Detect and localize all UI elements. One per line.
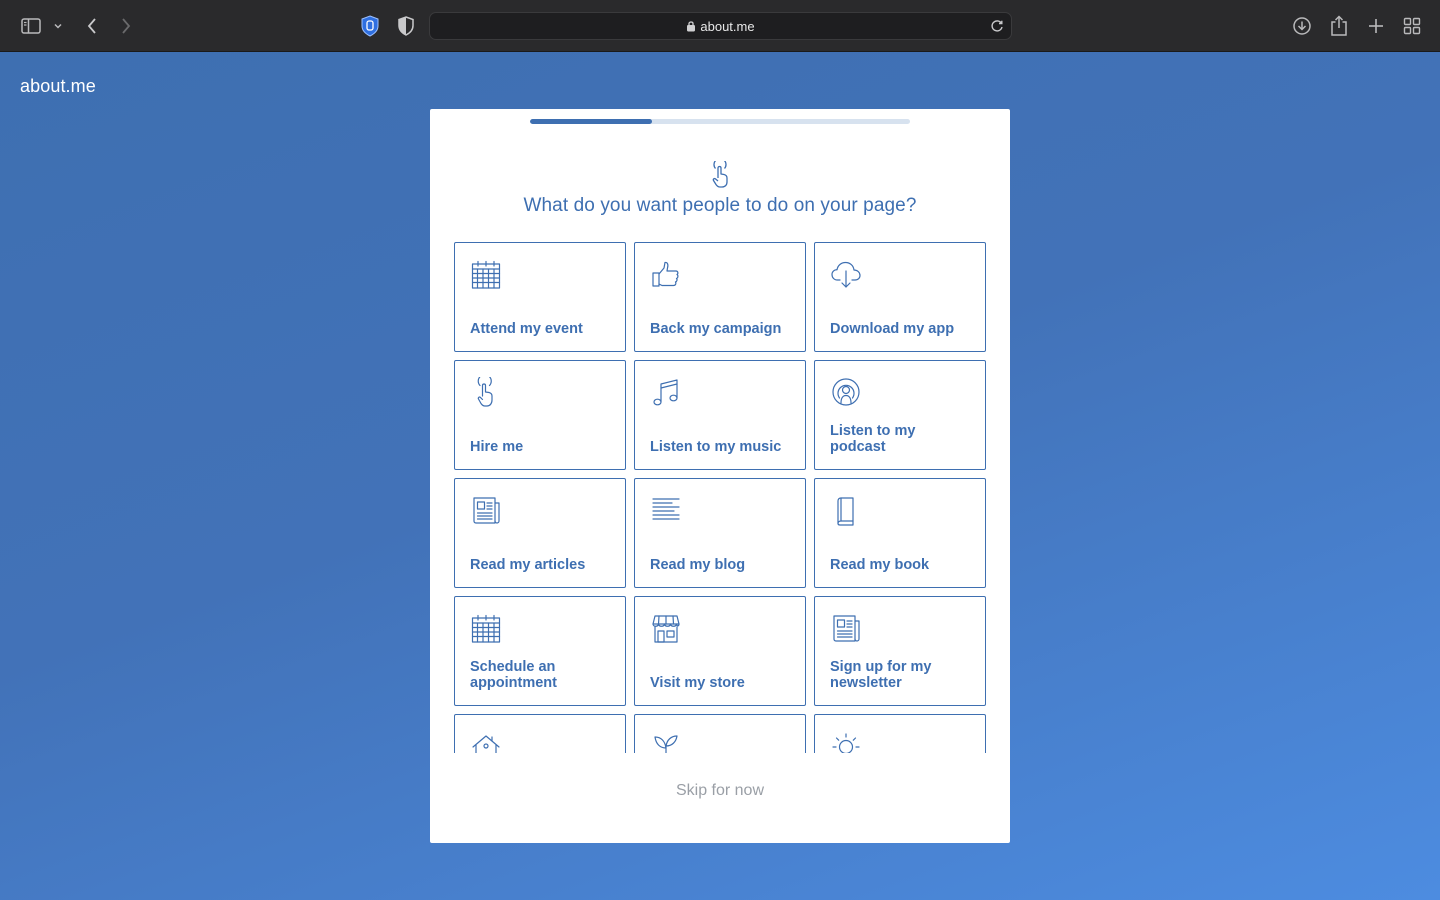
skip-for-now-link[interactable]: Skip for now (430, 782, 1010, 800)
option-label: Attend my event (470, 321, 583, 337)
browser-toolbar: about.me (0, 0, 1440, 52)
reload-icon[interactable] (989, 18, 1005, 34)
option-tile[interactable]: Listen to my podcast (814, 360, 986, 470)
tab-overview-icon[interactable] (1400, 14, 1424, 38)
option-label: Read my articles (470, 557, 586, 573)
download-icon[interactable] (1290, 14, 1314, 38)
plant-icon (650, 731, 682, 753)
option-label: Read my book (830, 557, 930, 573)
option-tile[interactable]: Read my articles (454, 478, 626, 588)
option-label: Visit my store (650, 675, 745, 691)
option-tile[interactable]: Hire me (454, 360, 626, 470)
progress-bar-fill (530, 119, 652, 124)
sidebar-icon[interactable] (18, 14, 44, 38)
lock-icon (687, 21, 696, 32)
option-tile[interactable]: Schedule an appointment (454, 596, 626, 706)
forward-icon[interactable] (114, 14, 138, 38)
podcast-icon (830, 377, 862, 409)
back-icon[interactable] (80, 14, 104, 38)
option-tile[interactable]: Read my book (814, 478, 986, 588)
calendar-icon (470, 259, 502, 291)
option-tile[interactable] (634, 714, 806, 753)
option-label: Sign up for my newsletter (830, 659, 932, 691)
shield-icon[interactable] (394, 14, 418, 38)
house-icon (470, 731, 502, 753)
question-heading: What do you want people to do on your pa… (523, 195, 917, 216)
storefront-icon (650, 613, 682, 645)
newspaper-icon (830, 613, 862, 645)
option-tile[interactable]: Download my app (814, 242, 986, 352)
option-label: Schedule an appointment (470, 659, 557, 691)
calendar-icon (470, 613, 502, 645)
option-tile[interactable]: Back my campaign (634, 242, 806, 352)
option-tile[interactable]: Sign up for my newsletter (814, 596, 986, 706)
share-icon[interactable] (1327, 14, 1351, 38)
option-tile[interactable] (454, 714, 626, 753)
option-label: Read my blog (650, 557, 746, 573)
option-tile[interactable]: Attend my event (454, 242, 626, 352)
thumbs-up-icon (650, 259, 682, 291)
options-scroll-area[interactable]: Attend my event Back my campaign Download … (454, 242, 986, 753)
pointer-hand-icon (712, 161, 728, 188)
address-bar[interactable]: about.me (429, 12, 1012, 40)
cloud-download-icon (830, 259, 862, 291)
onboarding-card: What do you want people to do on your pa… (430, 109, 1010, 843)
option-label: Download my app (830, 321, 955, 337)
privacy-hand-icon[interactable] (358, 14, 382, 38)
option-tile[interactable]: Listen to my music (634, 360, 806, 470)
page-background: about.me What do you want people to do o… (0, 52, 1440, 900)
site-logo[interactable]: about.me (20, 76, 96, 97)
url-text: about.me (700, 18, 755, 34)
music-note-icon (650, 377, 682, 409)
option-label: Back my campaign (650, 321, 782, 337)
option-label: Listen to my podcast (830, 423, 916, 455)
newspaper-icon (470, 495, 502, 527)
options-grid: Attend my event Back my campaign Download … (454, 242, 986, 753)
book-icon (830, 495, 862, 527)
lightbulb-icon (830, 731, 862, 753)
pointer-hand-icon (470, 377, 502, 409)
option-tile[interactable] (814, 714, 986, 753)
text-lines-icon (650, 495, 682, 527)
progress-bar (530, 119, 910, 124)
option-label: Listen to my music (650, 439, 782, 455)
new-tab-icon[interactable] (1364, 14, 1388, 38)
option-label: Hire me (470, 439, 524, 455)
option-tile[interactable]: Visit my store (634, 596, 806, 706)
option-tile[interactable]: Read my blog (634, 478, 806, 588)
chevron-down-icon[interactable] (50, 14, 66, 38)
